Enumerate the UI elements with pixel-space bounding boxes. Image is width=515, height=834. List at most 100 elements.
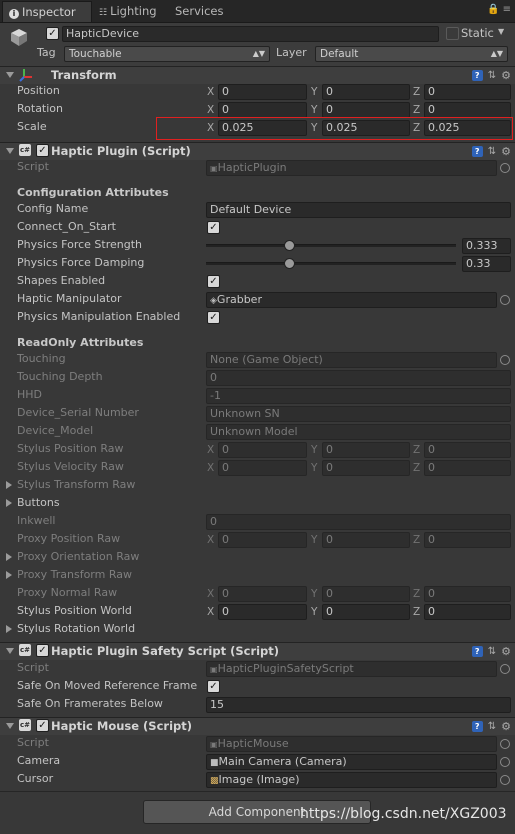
stylus-position-world-label: Stylus Position World — [17, 604, 132, 617]
force-damping-field[interactable]: 0.33 — [462, 256, 511, 272]
axis-y-label: Y — [311, 462, 318, 474]
camera-label: Camera — [17, 754, 61, 767]
buttons-label[interactable]: Buttons — [17, 495, 60, 511]
manipulation-enabled-checkbox[interactable]: ✓ — [207, 311, 220, 324]
foldout-arrow-icon[interactable] — [6, 723, 14, 729]
tab-services[interactable]: Services — [169, 1, 235, 21]
haptic-manipulator-field[interactable]: ◈Grabber — [206, 292, 497, 308]
cursor-field[interactable]: ▩Image (Image) — [206, 772, 497, 788]
inkwell-field: 0 — [206, 514, 511, 530]
force-strength-slider-thumb[interactable] — [284, 240, 296, 251]
proxy-position-raw-y: 0 — [322, 532, 410, 548]
inkwell-label: Inkwell — [17, 514, 56, 527]
foldout-arrow-icon[interactable] — [6, 481, 12, 489]
foldout-arrow-icon[interactable] — [6, 499, 12, 507]
preset-icon[interactable]: ⇅ — [488, 721, 496, 732]
axis-y-label: Y — [311, 588, 318, 600]
info-icon: i — [9, 9, 19, 19]
stylus-velocity-raw-label: Stylus Velocity Raw — [17, 460, 124, 473]
object-picker-icon[interactable] — [500, 295, 510, 305]
force-damping-slider-thumb[interactable] — [283, 258, 295, 269]
menu-icon[interactable]: ≡ — [503, 4, 511, 15]
axis-y-label[interactable]: Y — [311, 102, 317, 118]
foldout-arrow-icon[interactable] — [6, 148, 14, 154]
lock-icon[interactable]: 🔒 — [487, 4, 499, 15]
foldout-arrow-icon[interactable] — [6, 553, 12, 561]
foldout-arrow-icon[interactable] — [6, 72, 14, 78]
static-checkbox[interactable] — [446, 27, 459, 40]
foldout-arrow-icon[interactable] — [6, 625, 12, 633]
axis-x-label[interactable]: X — [207, 604, 214, 620]
tab-lighting[interactable]: ☷ Lighting — [93, 1, 169, 21]
stylus-transform-raw-label[interactable]: Stylus Transform Raw — [17, 477, 135, 493]
safety-script-enabled-checkbox[interactable]: ✓ — [36, 644, 49, 657]
foldout-arrow-icon[interactable] — [6, 648, 14, 654]
tag-dropdown[interactable]: Touchable ▲▼ — [64, 46, 270, 62]
foldout-arrow-icon[interactable] — [6, 571, 12, 579]
rotation-x-field[interactable]: 0 — [218, 102, 307, 118]
preset-icon[interactable]: ⇅ — [488, 146, 496, 157]
active-checkbox[interactable]: ✓ — [46, 27, 59, 40]
haptic-mouse-enabled-checkbox[interactable]: ✓ — [36, 719, 49, 732]
gear-icon[interactable]: ⚙ — [501, 70, 511, 81]
gear-icon[interactable]: ⚙ — [501, 721, 511, 732]
layer-dropdown[interactable]: Default ▲▼ — [315, 46, 508, 62]
axis-z-label[interactable]: Z — [413, 604, 420, 620]
static-dropdown-icon[interactable]: ▼ — [498, 27, 504, 36]
axis-z-label[interactable]: Z — [413, 84, 420, 100]
axis-x-label[interactable]: X — [207, 102, 214, 118]
help-book-icon[interactable]: ? — [471, 69, 483, 81]
force-strength-field[interactable]: 0.333 — [462, 238, 511, 254]
gameobject-name-field[interactable]: HapticDevice — [62, 26, 439, 42]
connect-on-start-label: Connect_On_Start — [17, 220, 116, 233]
safe-framerates-field[interactable]: 15 — [206, 697, 511, 713]
tab-bar: i Inspector ☷ Lighting Services 🔒 ≡ — [0, 0, 515, 23]
safety-script-title: Haptic Plugin Safety Script (Script) — [51, 644, 280, 658]
proxy-orientation-raw-label[interactable]: Proxy Orientation Raw — [17, 549, 139, 565]
axis-x-label: X — [207, 462, 215, 474]
axis-y-label[interactable]: Y — [311, 604, 317, 620]
stylus-position-world-y[interactable]: 0 — [322, 604, 410, 620]
object-picker-icon[interactable] — [500, 757, 510, 767]
help-book-icon[interactable]: ? — [471, 720, 483, 732]
tab-menu-icons[interactable]: 🔒 ≡ — [487, 4, 511, 15]
safety-script-label: Script — [17, 661, 49, 674]
shapes-enabled-checkbox[interactable]: ✓ — [207, 275, 220, 288]
axis-z-label: Z — [413, 462, 421, 474]
position-x-field[interactable]: 0 — [218, 84, 307, 100]
transform-title: Transform — [51, 68, 117, 82]
preset-icon[interactable]: ⇅ — [488, 646, 496, 657]
stylus-position-raw-x: 0 — [218, 442, 307, 458]
force-strength-slider-track[interactable] — [206, 244, 456, 247]
axis-x-label[interactable]: X — [207, 84, 214, 100]
stylus-rotation-world-label[interactable]: Stylus Rotation World — [17, 621, 135, 637]
stylus-position-world-z[interactable]: 0 — [424, 604, 511, 620]
rotation-z-field[interactable]: 0 — [424, 102, 511, 118]
axis-z-label[interactable]: Z — [413, 102, 420, 118]
position-z-field[interactable]: 0 — [424, 84, 511, 100]
gear-icon[interactable]: ⚙ — [501, 146, 511, 157]
force-damping-slider-track[interactable] — [206, 262, 456, 265]
haptic-plugin-enabled-checkbox[interactable]: ✓ — [36, 144, 49, 157]
position-y-field[interactable]: 0 — [322, 84, 410, 100]
object-picker-icon[interactable] — [500, 775, 510, 785]
config-name-field[interactable]: Default Device — [206, 202, 511, 218]
preset-icon[interactable]: ⇅ — [488, 70, 496, 81]
help-book-icon[interactable]: ? — [471, 145, 483, 157]
proxy-position-raw-x: 0 — [218, 532, 307, 548]
rotation-y-field[interactable]: 0 — [322, 102, 410, 118]
safe-moved-frame-checkbox[interactable]: ✓ — [207, 680, 220, 693]
serial-number-label: Device_Serial Number — [17, 406, 139, 419]
script-file-icon: ▣ — [210, 740, 218, 749]
tab-inspector[interactable]: i Inspector — [2, 1, 92, 22]
rotation-label: Rotation — [17, 102, 64, 115]
help-book-icon[interactable]: ? — [471, 645, 483, 657]
camera-field[interactable]: ■Main Camera (Camera) — [206, 754, 497, 770]
connect-on-start-checkbox[interactable]: ✓ — [207, 221, 220, 234]
stylus-position-world-x[interactable]: 0 — [218, 604, 307, 620]
readonly-section-header: ReadOnly Attributes — [17, 336, 144, 349]
axis-y-label[interactable]: Y — [311, 84, 317, 100]
proxy-transform-raw-label[interactable]: Proxy Transform Raw — [17, 567, 132, 583]
gear-icon[interactable]: ⚙ — [501, 646, 511, 657]
divider — [0, 791, 515, 792]
